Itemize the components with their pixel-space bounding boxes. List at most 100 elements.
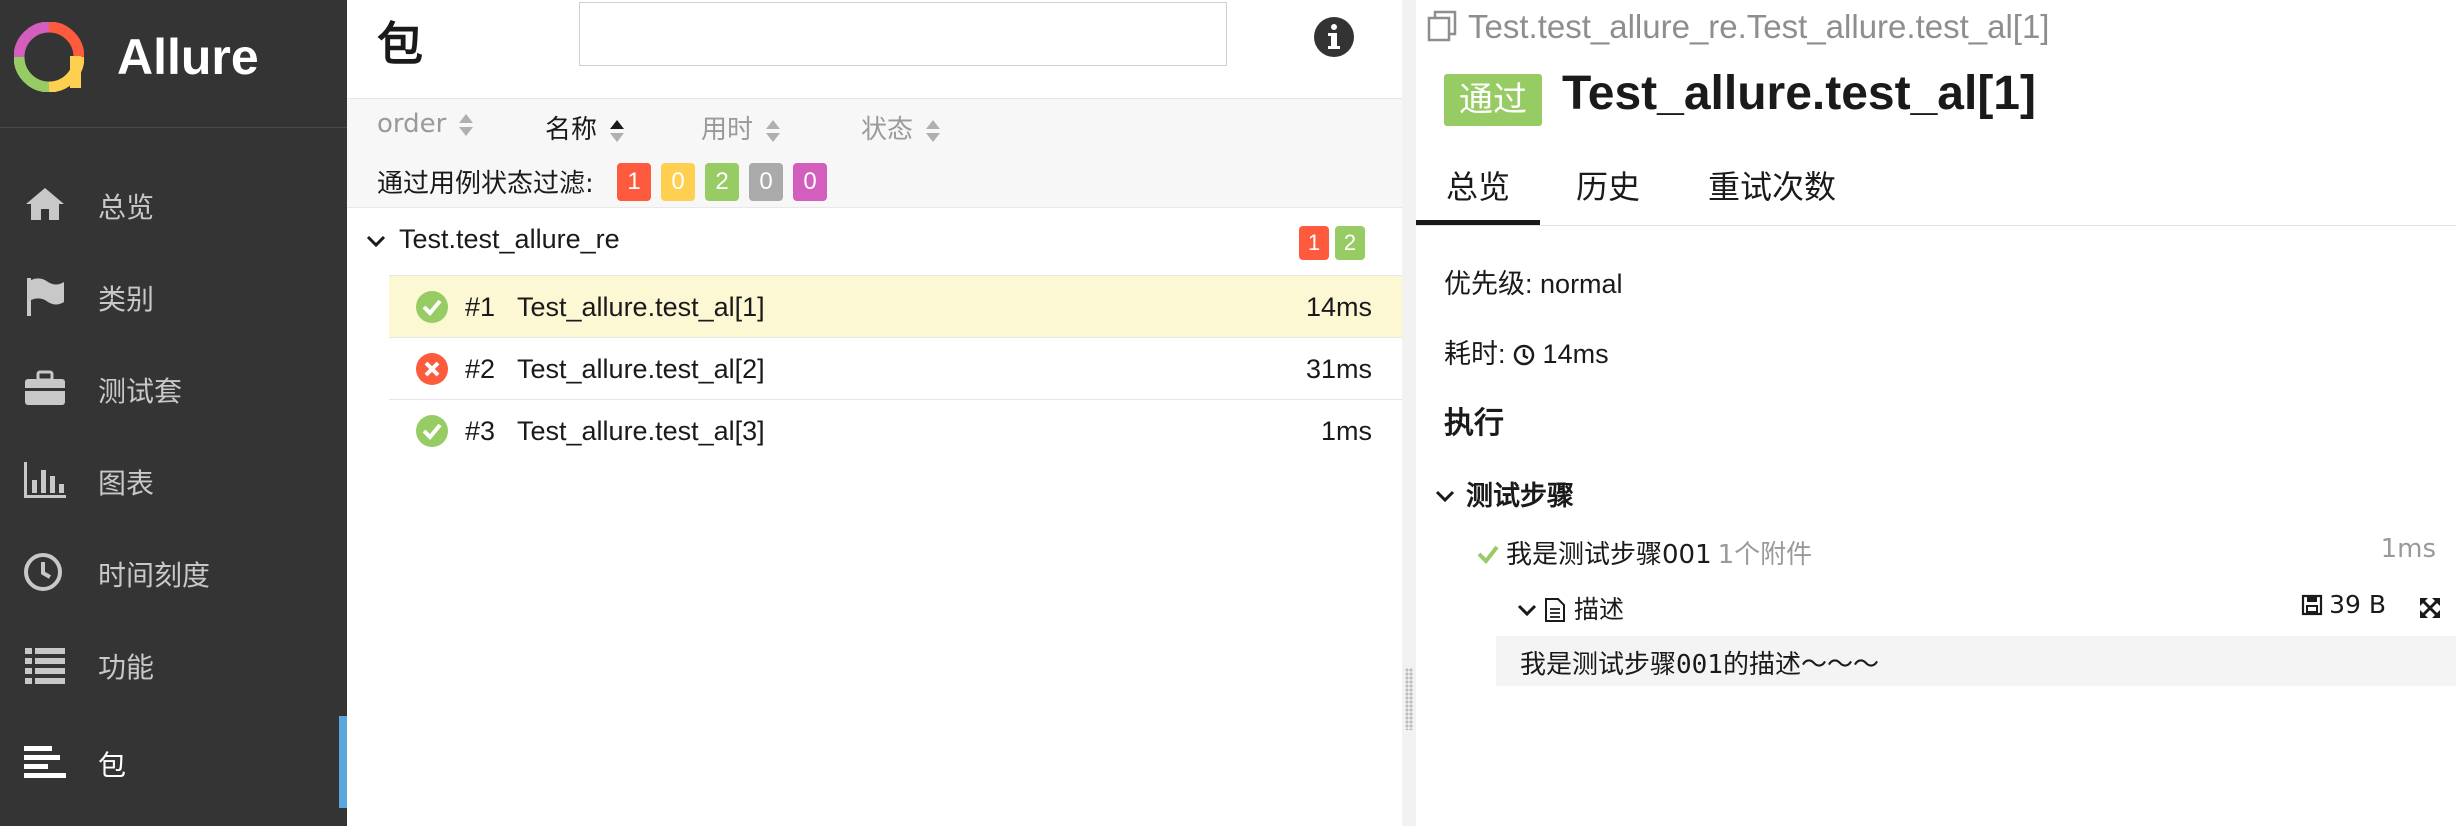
tab-retries[interactable]: 重试次数 — [1708, 162, 1836, 208]
nav-item-overview[interactable]: 总览 — [0, 158, 347, 250]
sort-label: 名称 — [545, 115, 598, 145]
step-attachment-count: 1个附件 — [1717, 540, 1813, 570]
duration-value: 14ms — [1542, 339, 1609, 369]
sort-arrows-icon — [459, 113, 474, 136]
bar-chart-icon — [24, 462, 66, 498]
status-filter-label: 通过用例状态过滤: — [377, 169, 594, 199]
detail-tabs: 总览 历史 重试次数 — [1416, 148, 2456, 226]
test-number: #2 — [465, 354, 496, 384]
sort-order[interactable]: order — [377, 109, 474, 139]
test-row[interactable]: #2 Test_allure.test_al[2] 31ms — [389, 337, 1402, 399]
nav-item-suites[interactable]: 测试套 — [0, 342, 347, 434]
chevron-down-icon — [366, 235, 386, 248]
nav-item-packages[interactable]: 包 — [0, 716, 347, 808]
sort-duration[interactable]: 用时 — [701, 109, 781, 146]
severity-value: normal — [1540, 269, 1623, 299]
group-passed-badge: 2 — [1335, 226, 1365, 260]
active-tab-underline — [1416, 220, 1540, 225]
clock-icon — [1513, 344, 1535, 366]
sort-label: 用时 — [701, 115, 754, 145]
test-duration: 14ms — [1305, 292, 1372, 322]
passed-icon — [416, 291, 448, 323]
attachment-name: 描述 — [1574, 595, 1625, 624]
filter-passed-badge[interactable]: 2 — [705, 163, 739, 201]
sort-label: 状态 — [861, 115, 914, 145]
duration-row: 耗时: 14ms — [1444, 332, 1609, 371]
nav-item-graphs[interactable]: 图表 — [0, 434, 347, 526]
pane-splitter[interactable] — [1402, 0, 1416, 826]
test-row[interactable]: #1 Test_allure.test_al[1] 14ms — [389, 275, 1402, 337]
steps-title: 测试步骤 — [1466, 481, 1574, 512]
group-failed-badge: 1 — [1299, 226, 1329, 260]
nav-label: 图表 — [98, 467, 155, 500]
test-steps-header[interactable]: 测试步骤 — [1434, 474, 1574, 513]
page-title: 包 — [377, 17, 423, 71]
nav-label: 功能 — [98, 651, 155, 684]
attachment-row[interactable]: 描述 39 B — [1516, 590, 2456, 630]
filter-broken-badge[interactable]: 0 — [661, 163, 695, 201]
sort-bar: order 名称 用时 状态 通过用例状态过滤: 1 0 2 0 0 — [347, 98, 1402, 208]
test-number: #1 — [465, 292, 496, 322]
filter-failed-badge[interactable]: 1 — [617, 163, 651, 201]
active-indicator — [339, 716, 347, 808]
flag-icon — [27, 278, 64, 316]
attachment-size: 39 B — [2301, 590, 2386, 619]
search-input[interactable] — [579, 2, 1227, 66]
test-name: Test_allure.test_al[1] — [517, 292, 765, 322]
brand-title: Allure — [117, 29, 259, 85]
duration-label: 耗时: — [1444, 339, 1506, 369]
save-icon — [2301, 594, 2323, 616]
step-duration: 1ms — [2380, 534, 2436, 564]
step-name: 我是测试步骤001 — [1506, 540, 1712, 570]
test-duration: 31ms — [1305, 354, 1372, 384]
align-left-icon — [24, 746, 66, 778]
filter-skipped-badge[interactable]: 0 — [749, 163, 783, 201]
filter-unknown-badge[interactable]: 0 — [793, 163, 827, 201]
brand[interactable]: Allure — [0, 0, 347, 128]
file-text-icon — [1545, 598, 1565, 622]
severity-row: 优先级: normal — [1444, 262, 1623, 301]
nav-item-behaviors[interactable]: 功能 — [0, 618, 347, 710]
test-name: Test_allure.test_al[3] — [517, 416, 765, 446]
check-icon — [1477, 545, 1499, 565]
nav-label: 时间刻度 — [98, 559, 211, 592]
test-number: #3 — [465, 416, 496, 446]
package-group[interactable]: Test.test_allure_re 1 2 — [347, 210, 1402, 276]
sort-status[interactable]: 状态 — [861, 109, 941, 146]
allure-app: Allure 总览 类别 测试套 图表 时间刻度 功能 包 包 order 名称… — [0, 0, 2456, 826]
expand-icon[interactable] — [2418, 596, 2442, 620]
splitter-grip[interactable] — [1405, 668, 1413, 730]
sort-arrows-icon — [610, 119, 625, 142]
sort-arrows-icon — [766, 119, 781, 142]
breadcrumb: Test.test_allure_re.Test_allure.test_al[… — [1426, 8, 2049, 46]
passed-icon — [416, 415, 448, 447]
info-icon[interactable] — [1313, 16, 1355, 58]
tab-history[interactable]: 历史 — [1576, 162, 1640, 208]
copy-icon[interactable] — [1426, 9, 1460, 43]
test-detail-pane: Test.test_allure_re.Test_allure.test_al[… — [1416, 0, 2456, 826]
sort-name[interactable]: 名称 — [545, 109, 625, 146]
severity-label: 优先级: — [1444, 269, 1533, 299]
sidebar: Allure 总览 类别 测试套 图表 时间刻度 功能 包 — [0, 0, 347, 826]
sort-arrows-icon — [926, 119, 941, 142]
list-icon — [25, 648, 65, 684]
test-row[interactable]: #3 Test_allure.test_al[3] 1ms — [389, 399, 1402, 461]
tab-overview[interactable]: 总览 — [1446, 162, 1510, 208]
nav-label: 包 — [98, 749, 127, 782]
execution-title: 执行 — [1444, 406, 1504, 441]
status-badge: 通过 — [1444, 74, 1542, 126]
nav-item-timeline[interactable]: 时间刻度 — [0, 526, 347, 618]
nav-item-categories[interactable]: 类别 — [0, 250, 347, 342]
chevron-down-icon — [1435, 490, 1455, 503]
test-name: Test_allure.test_al[2] — [517, 354, 765, 384]
step-row[interactable]: 我是测试步骤001 1个附件 1ms — [1476, 534, 2456, 574]
breadcrumb-text: Test.test_allure_re.Test_allure.test_al[… — [1468, 8, 2050, 45]
clock-icon — [24, 553, 62, 591]
test-title: Test_allure.test_al[1] — [1562, 67, 2036, 120]
group-name: Test.test_allure_re — [399, 224, 620, 254]
nav-label: 测试套 — [98, 375, 183, 408]
test-duration: 1ms — [1320, 416, 1372, 446]
nav-label: 类别 — [98, 283, 155, 316]
home-icon — [26, 188, 64, 220]
attachment-content: 我是测试步骤001的描述～～～ — [1496, 636, 2456, 686]
